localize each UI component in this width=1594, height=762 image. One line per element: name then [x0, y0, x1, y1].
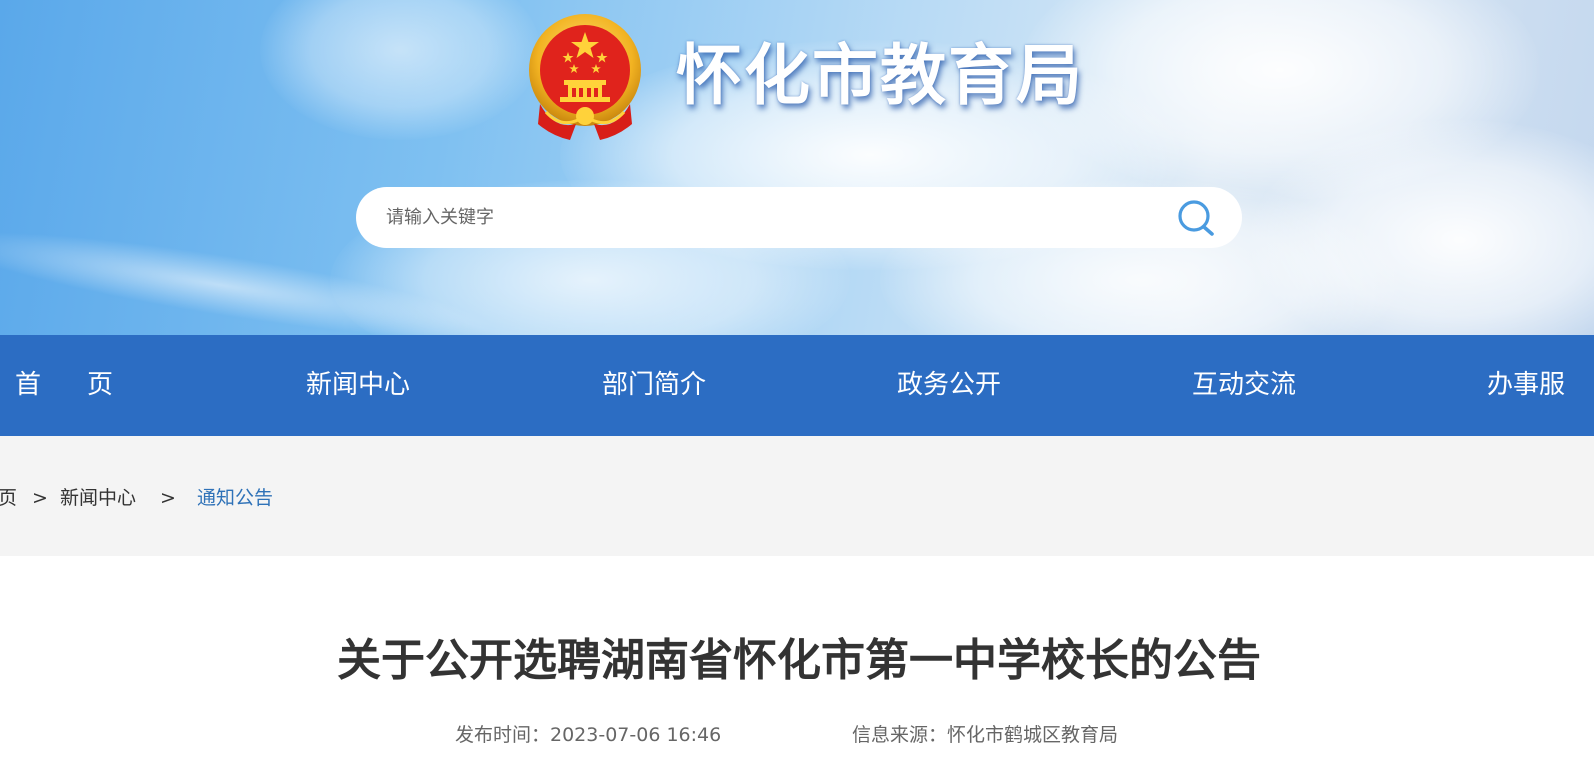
- publish-time: 发布时间：2023-07-06 16:46: [455, 724, 722, 746]
- nav-item-services[interactable]: 办事服: [1487, 335, 1565, 436]
- breadcrumb-separator: >: [32, 487, 48, 509]
- nav-item-home[interactable]: 首页: [15, 335, 113, 436]
- search-input[interactable]: [386, 187, 1146, 248]
- article-title: 关于公开选聘湖南省怀化市第一中学校长的公告: [337, 635, 1261, 686]
- nav-item-label: 页: [87, 370, 114, 400]
- nav-item-interaction[interactable]: 互动交流: [1192, 335, 1296, 436]
- banner-cloud: [260, 0, 540, 140]
- breadcrumb: 页 > 新闻中心 > 通知公告: [0, 436, 1594, 556]
- nav-item-label: 首: [15, 370, 42, 400]
- nav-item-government-affairs[interactable]: 政务公开: [897, 335, 1001, 436]
- breadcrumb-news-center[interactable]: 新闻中心: [60, 436, 136, 556]
- breadcrumb-home[interactable]: 页: [0, 436, 17, 556]
- breadcrumb-separator: >: [160, 487, 176, 509]
- search-icon[interactable]: [1176, 198, 1218, 238]
- info-source: 信息来源：怀化市鹤城区教育局: [852, 724, 1119, 746]
- site-title: 怀化市教育局: [676, 37, 1084, 114]
- nav-item-department-intro[interactable]: 部门简介: [602, 335, 706, 436]
- breadcrumb-current-notices[interactable]: 通知公告: [197, 436, 273, 556]
- nav-item-news-center[interactable]: 新闻中心: [306, 335, 410, 436]
- header-banner: 怀化市教育局: [0, 0, 1594, 335]
- national-emblem-icon: [529, 14, 641, 140]
- search-box: [356, 187, 1242, 248]
- main-nav: 首页 新闻中心 部门简介 政务公开 互动交流 办事服: [0, 335, 1594, 436]
